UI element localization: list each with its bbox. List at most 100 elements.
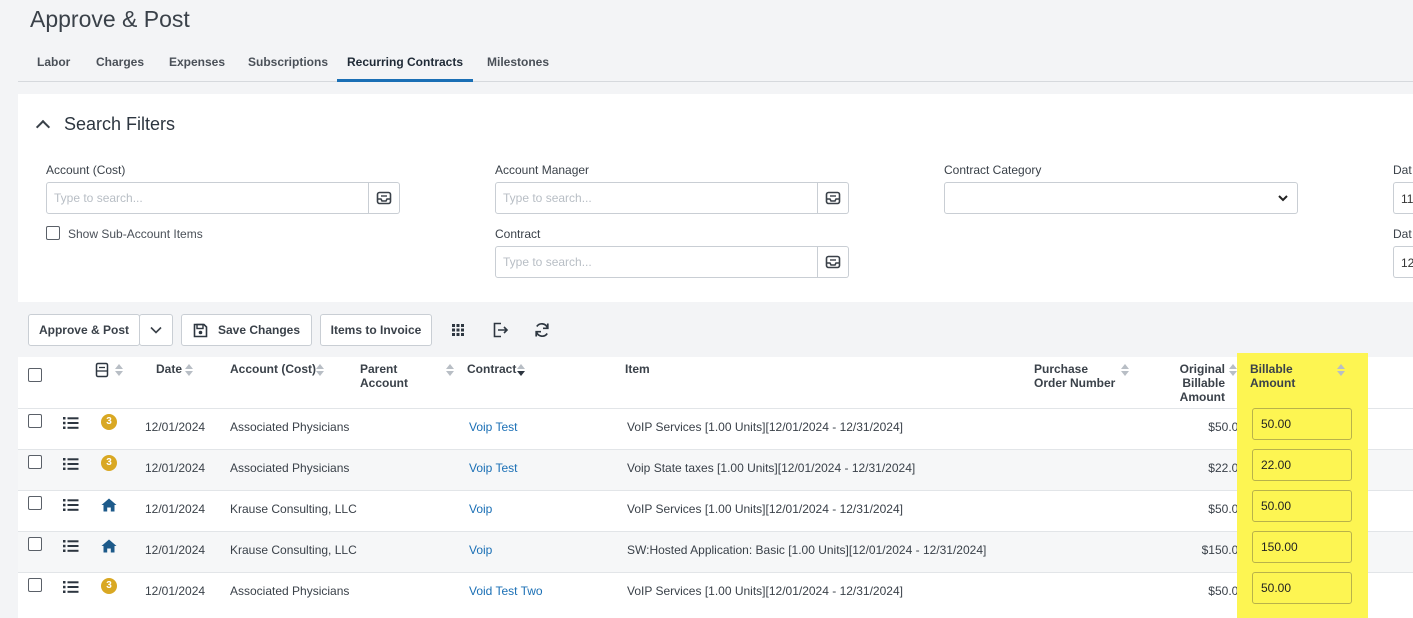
- row-checkbox[interactable]: [28, 496, 42, 510]
- row-contract-link[interactable]: Voip Test: [469, 461, 517, 475]
- account-manager-input[interactable]: [495, 182, 818, 214]
- column-header-date[interactable]: Date: [156, 362, 182, 376]
- select-all-checkbox[interactable]: [28, 368, 42, 382]
- column-grid-icon[interactable]: [449, 321, 467, 339]
- column-header-billable-amount[interactable]: Billable Amount: [1250, 362, 1310, 390]
- billable-amount-input[interactable]: [1252, 490, 1352, 522]
- row-details-list-icon[interactable]: [63, 498, 79, 512]
- account-manager-lookup: [495, 182, 849, 214]
- billable-amount-column-highlight: Billable Amount: [1237, 353, 1368, 618]
- export-icon[interactable]: [491, 321, 509, 339]
- row-details-list-icon[interactable]: [63, 416, 79, 430]
- column-header-item[interactable]: Item: [625, 362, 650, 376]
- row-item: SW:Hosted Application: Basic [1.00 Units…: [627, 543, 987, 557]
- column-header-original-billable[interactable]: Original Billable Amount: [1163, 362, 1225, 404]
- billable-amount-input[interactable]: [1252, 531, 1352, 563]
- show-sub-account-label: Show Sub-Account Items: [68, 227, 203, 241]
- row-item: VoIP Services [1.00 Units][12/01/2024 - …: [627, 584, 903, 598]
- row-item: VoIP Services [1.00 Units][12/01/2024 - …: [627, 420, 903, 434]
- save-changes-button[interactable]: Save Changes: [181, 314, 312, 346]
- table-row: 3 12/01/2024 Associated Physicians Voip Tes…: [18, 449, 1413, 490]
- show-sub-account-checkbox[interactable]: [46, 226, 60, 240]
- table-row: 12/01/2024 Krause Consulting, LLC Voip SW:H…: [18, 531, 1413, 572]
- column-header-po-number[interactable]: Purchase Order Number: [1034, 362, 1124, 390]
- column-header-account-cost[interactable]: Account (Cost): [230, 362, 316, 376]
- row-original-billable-amount: $150.00: [1201, 543, 1245, 557]
- billable-amount-input[interactable]: [1252, 408, 1352, 440]
- row-date: 12/01/2024: [145, 502, 206, 516]
- contract-input[interactable]: [495, 246, 818, 278]
- home-icon: [101, 539, 117, 553]
- sort-parent-account-icon[interactable]: [446, 364, 454, 376]
- row-date: 12/01/2024: [145, 461, 206, 475]
- column-header-contract[interactable]: Contract: [467, 362, 516, 376]
- tab-charges[interactable]: Charges: [96, 46, 144, 82]
- row-account: Associated Physicians: [230, 584, 350, 598]
- row-contract-link[interactable]: Void Test Two: [469, 584, 543, 598]
- approve-post-dropdown-button[interactable]: [139, 314, 173, 346]
- row-details-list-icon[interactable]: [63, 539, 79, 553]
- row-original-billable-amount: $50.00: [1208, 584, 1245, 598]
- search-filters-toggle[interactable]: Search Filters: [34, 113, 175, 135]
- contract-lookup: [495, 246, 849, 278]
- save-changes-label: Save Changes: [217, 323, 301, 337]
- billable-amount-input[interactable]: [1252, 572, 1352, 604]
- row-checkbox[interactable]: [28, 537, 42, 551]
- document-type-icon: [95, 362, 109, 378]
- account-cost-lookup-button[interactable]: [369, 182, 400, 214]
- account-cost-label: Account (Cost): [46, 163, 126, 177]
- date-to-input[interactable]: 12: [1393, 246, 1413, 278]
- tab-milestones[interactable]: Milestones: [487, 46, 549, 82]
- search-filters-panel: Search Filters Account (Cost) Show Sub-A…: [18, 94, 1413, 302]
- account-manager-lookup-button[interactable]: [818, 182, 849, 214]
- sort-billable-amount-icon[interactable]: [1337, 364, 1345, 376]
- date-to-label: Dat: [1393, 227, 1412, 241]
- date-from-input[interactable]: 11: [1393, 182, 1413, 214]
- sort-type-icon[interactable]: [115, 364, 123, 376]
- row-contract-link[interactable]: Voip Test: [469, 420, 517, 434]
- row-account: Associated Physicians: [230, 420, 350, 434]
- row-original-billable-amount: $50.00: [1208, 502, 1245, 516]
- contract-category-select[interactable]: [944, 182, 1298, 214]
- approve-post-button[interactable]: Approve & Post: [28, 314, 140, 346]
- items-to-invoice-button[interactable]: Items to Invoice: [320, 314, 432, 346]
- row-account: Associated Physicians: [230, 461, 350, 475]
- grid-toolbar: Approve & Post Save Changes Items to Inv…: [0, 314, 1413, 346]
- column-header-parent-account[interactable]: Parent Account: [360, 362, 430, 390]
- sort-po-number-icon[interactable]: [1121, 364, 1129, 376]
- account-manager-label: Account Manager: [495, 163, 590, 177]
- account-cost-input[interactable]: [46, 182, 369, 214]
- sort-original-billable-icon[interactable]: [1229, 364, 1237, 376]
- row-date: 12/01/2024: [145, 584, 206, 598]
- tab-subscriptions[interactable]: Subscriptions: [248, 46, 328, 82]
- floppy-disk-icon: [193, 323, 208, 337]
- sort-contract-icon[interactable]: [517, 364, 525, 376]
- inbox-lookup-icon: [825, 255, 841, 269]
- row-checkbox[interactable]: [28, 578, 42, 592]
- row-date: 12/01/2024: [145, 420, 206, 434]
- account-cost-lookup: [46, 182, 400, 214]
- row-original-billable-amount: $22.00: [1208, 461, 1245, 475]
- refresh-icon[interactable]: [533, 321, 551, 339]
- badge-3-icon: 3: [101, 414, 117, 430]
- contract-lookup-button[interactable]: [818, 246, 849, 278]
- row-contract-link[interactable]: Voip: [469, 502, 492, 516]
- recurring-contracts-grid: Date Account (Cost) Parent Account Contr…: [18, 357, 1413, 618]
- row-checkbox[interactable]: [28, 414, 42, 428]
- sort-date-icon[interactable]: [185, 364, 193, 376]
- billable-amount-input[interactable]: [1252, 449, 1352, 481]
- tab-expenses[interactable]: Expenses: [169, 46, 225, 82]
- row-checkbox[interactable]: [28, 455, 42, 469]
- row-original-billable-amount: $50.00: [1208, 420, 1245, 434]
- tab-labor[interactable]: Labor: [37, 46, 70, 82]
- row-contract-link[interactable]: Voip: [469, 543, 492, 557]
- sort-account-icon[interactable]: [316, 364, 324, 376]
- table-row: 3 12/01/2024 Associated Physicians Void Tes…: [18, 572, 1413, 613]
- chevron-down-icon: [150, 326, 162, 334]
- row-item: Voip State taxes [1.00 Units][12/01/2024…: [627, 461, 916, 475]
- row-details-list-icon[interactable]: [63, 457, 79, 471]
- tab-recurring-contracts[interactable]: Recurring Contracts: [337, 46, 473, 82]
- row-details-list-icon[interactable]: [63, 580, 79, 594]
- contract-label: Contract: [495, 227, 541, 241]
- page-title: Approve & Post: [30, 6, 190, 32]
